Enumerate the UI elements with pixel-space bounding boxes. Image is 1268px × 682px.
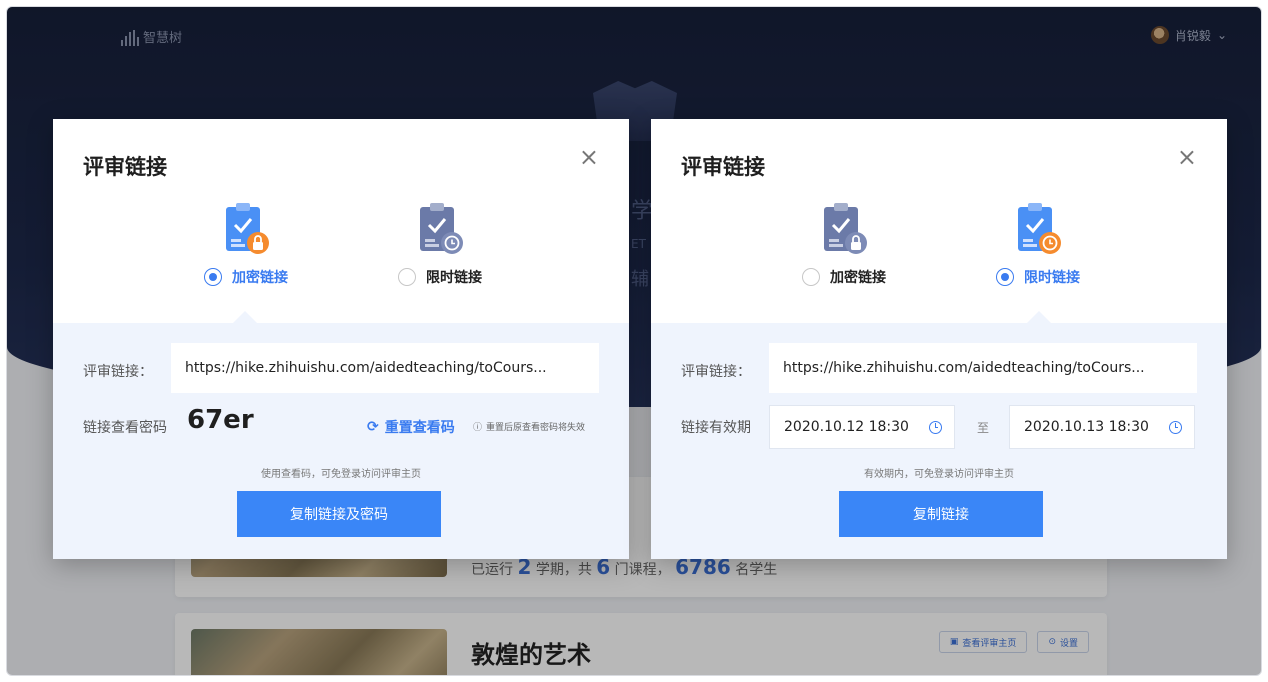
access-hint: 使用查看码，可免登录访问评审主页 xyxy=(261,469,421,480)
app-window: 智慧树 肖锐毅 ⌄ 学 ET 辅 已运行 2 学期，共 6 门课程， 6786 … xyxy=(6,6,1262,676)
dialog-header: 评审链接 × 加密链接 限时链接 xyxy=(53,119,629,323)
timed-link-icon xyxy=(1010,201,1066,259)
link-label: 评审链接： xyxy=(83,364,153,380)
selection-pointer xyxy=(233,311,257,323)
reset-warning: ⓘ 重置后原查看密码将失效 xyxy=(473,420,585,433)
selection-pointer xyxy=(1027,311,1051,323)
refresh-icon: ⟳ xyxy=(367,419,379,435)
link-field[interactable]: https://hike.zhihuishu.com/aidedteaching… xyxy=(769,343,1197,393)
dialog-body: 评审链接： https://hike.zhihuishu.com/aidedte… xyxy=(53,323,629,559)
link-field[interactable]: https://hike.zhihuishu.com/aidedteaching… xyxy=(171,343,599,393)
close-icon[interactable]: × xyxy=(579,145,599,169)
dialog-title: 评审链接 xyxy=(681,155,765,179)
radio-encrypted[interactable] xyxy=(802,268,820,286)
clock-icon xyxy=(929,420,942,434)
encrypted-link-icon xyxy=(816,201,872,259)
clock-icon xyxy=(1169,420,1182,434)
encrypted-link-icon xyxy=(218,201,274,259)
timed-link-icon xyxy=(412,201,468,259)
close-icon[interactable]: × xyxy=(1177,145,1197,169)
end-date-picker[interactable]: 2020.10.13 18:30 xyxy=(1009,405,1195,449)
copy-link-and-password-button[interactable]: 复制链接及密码 xyxy=(237,491,441,537)
reset-code-button[interactable]: ⟳ 重置查看码 xyxy=(367,417,455,437)
access-hint: 有效期内，可免登录访问评审主页 xyxy=(864,469,1014,480)
option-encrypted-link[interactable]: 加密链接 xyxy=(779,201,909,287)
date-separator: 至 xyxy=(977,421,990,435)
option-label-row: 限时链接 xyxy=(375,267,505,287)
info-icon: ⓘ xyxy=(473,423,483,433)
option-label-row: 限时链接 xyxy=(973,267,1103,287)
option-label-row: 加密链接 xyxy=(181,267,311,287)
copy-link-button[interactable]: 复制链接 xyxy=(839,491,1043,537)
option-timed-link[interactable]: 限时链接 xyxy=(375,201,505,287)
password-label: 链接查看密码 xyxy=(83,420,167,436)
radio-timed[interactable] xyxy=(398,268,416,286)
password-value: 67er xyxy=(187,405,254,435)
end-date-value: 2020.10.13 18:30 xyxy=(1024,419,1149,435)
option-encrypted-label: 加密链接 xyxy=(232,270,288,286)
dialog-body: 评审链接： https://hike.zhihuishu.com/aidedte… xyxy=(651,323,1227,559)
option-timed-label: 限时链接 xyxy=(426,270,482,286)
option-encrypted-label: 加密链接 xyxy=(830,270,886,286)
start-date-picker[interactable]: 2020.10.12 18:30 xyxy=(769,405,955,449)
start-date-value: 2020.10.12 18:30 xyxy=(784,419,909,435)
dialog-header: 评审链接 × 加密链接 限时链接 xyxy=(651,119,1227,323)
link-label: 评审链接： xyxy=(681,364,751,380)
dialog-title: 评审链接 xyxy=(83,155,167,179)
option-timed-label: 限时链接 xyxy=(1024,270,1080,286)
radio-timed[interactable] xyxy=(996,268,1014,286)
review-link-dialog-encrypted: 评审链接 × 加密链接 限时链接 评审链接： https://hike.zhih… xyxy=(53,119,629,559)
review-link-dialog-timed: 评审链接 × 加密链接 限时链接 评审链接： https://hike.zhih… xyxy=(651,119,1227,559)
option-label-row: 加密链接 xyxy=(779,267,909,287)
option-timed-link[interactable]: 限时链接 xyxy=(973,201,1103,287)
option-encrypted-link[interactable]: 加密链接 xyxy=(181,201,311,287)
validity-label: 链接有效期 xyxy=(681,420,751,436)
radio-encrypted[interactable] xyxy=(204,268,222,286)
